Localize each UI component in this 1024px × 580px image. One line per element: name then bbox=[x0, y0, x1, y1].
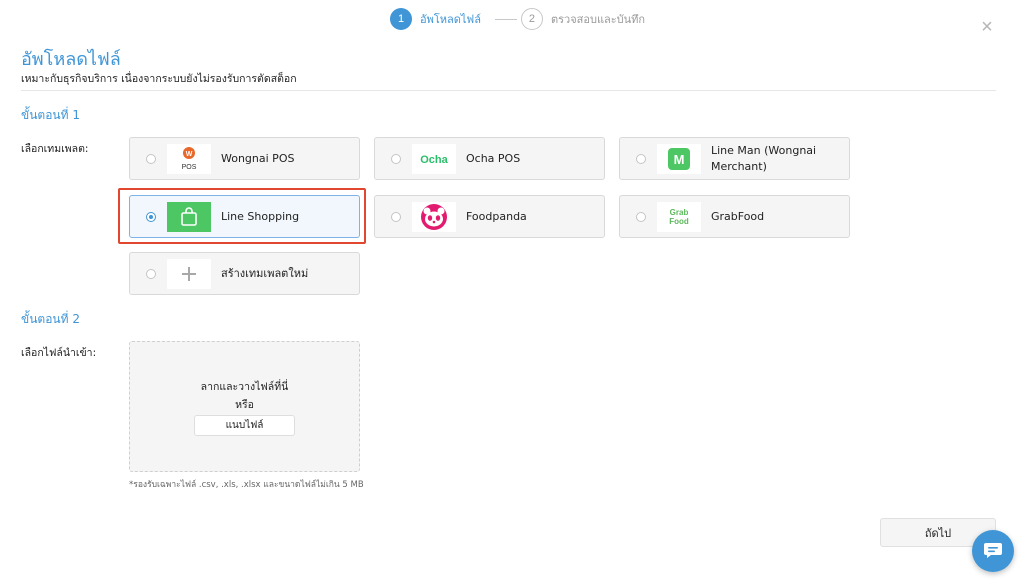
template-card-create-new[interactable]: สร้างเทมเพลตใหม่ bbox=[129, 252, 360, 295]
chat-bubble-icon[interactable] bbox=[972, 530, 1014, 572]
dropzone-or-text: หรือ bbox=[235, 399, 254, 411]
step-2-heading: ขั้นตอนที่ 2 bbox=[21, 312, 80, 326]
attach-file-button[interactable]: แนบไฟล์ bbox=[194, 415, 295, 436]
step-1-label: อัพโหลดไฟล์ bbox=[420, 13, 481, 26]
page-title: อัพโหลดไฟล์ bbox=[21, 49, 121, 70]
import-file-field-label: เลือกไฟล์นำเข้า: bbox=[21, 347, 97, 359]
step-2-circle: 2 bbox=[520, 8, 543, 30]
template-radio[interactable] bbox=[391, 211, 401, 222]
dropzone-text: ลากและวางไฟล์ที่นี่ bbox=[200, 381, 289, 393]
wongnai-pos-logo: W POS bbox=[167, 143, 211, 174]
header-divider bbox=[21, 90, 996, 91]
file-support-note: *รองรับเฉพาะไฟล์ .csv, .xls, .xlsx และขน… bbox=[129, 480, 364, 490]
template-radio[interactable] bbox=[146, 268, 156, 279]
template-name: Foodpanda bbox=[466, 209, 527, 223]
step-1-circle: 1 bbox=[390, 8, 412, 30]
template-card-foodpanda[interactable]: Foodpanda bbox=[374, 195, 605, 238]
stepper-connector bbox=[494, 18, 517, 20]
close-icon[interactable]: × bbox=[978, 17, 996, 37]
template-card-ocha-pos[interactable]: Ocha Ocha POS bbox=[374, 137, 605, 180]
template-name: สร้างเทมเพลตใหม่ bbox=[221, 266, 309, 280]
line-shopping-logo bbox=[167, 201, 211, 232]
ocha-logo-text: Ocha bbox=[420, 154, 448, 166]
template-name: Wongnai POS bbox=[221, 151, 295, 165]
line-man-logo-text: M bbox=[674, 152, 685, 167]
template-field-label: เลือกเทมเพลต: bbox=[21, 143, 89, 155]
ocha-logo: Ocha bbox=[412, 143, 456, 174]
template-name: Line Man (Wongnai Merchant) bbox=[711, 143, 817, 173]
grabfood-logo-text: Grab Food bbox=[669, 207, 689, 226]
template-card-wongnai-pos[interactable]: W POS Wongnai POS bbox=[129, 137, 360, 180]
template-card-line-man[interactable]: M Line Man (Wongnai Merchant) bbox=[619, 137, 850, 180]
grabfood-logo: Grab Food bbox=[657, 201, 701, 232]
template-radio[interactable] bbox=[146, 153, 156, 164]
template-name: Line Shopping bbox=[221, 209, 300, 223]
template-radio[interactable] bbox=[391, 153, 401, 164]
line-man-logo: M bbox=[657, 143, 701, 174]
template-radio[interactable] bbox=[146, 211, 156, 222]
template-card-line-shopping[interactable]: Line Shopping bbox=[129, 195, 360, 238]
stepper: 1 อัพโหลดไฟล์ 2 ตรวจสอบและบันทึก bbox=[390, 8, 645, 30]
step-2-label: ตรวจสอบและบันทึก bbox=[550, 13, 646, 26]
step-1-heading: ขั้นตอนที่ 1 bbox=[21, 108, 80, 122]
svg-text:W: W bbox=[186, 151, 193, 158]
page-subtitle: เหมาะกับธุรกิจบริการ เนื่องจากระบบยังไม่… bbox=[21, 73, 297, 85]
foodpanda-logo bbox=[412, 201, 456, 232]
template-name: GrabFood bbox=[711, 209, 765, 223]
template-radio[interactable] bbox=[636, 153, 646, 164]
plus-icon bbox=[167, 258, 211, 289]
template-radio[interactable] bbox=[636, 211, 646, 222]
wongnai-pos-logo-text: POS bbox=[182, 164, 197, 171]
template-name: Ocha POS bbox=[466, 151, 521, 165]
template-card-grabfood[interactable]: Grab Food GrabFood bbox=[619, 195, 850, 238]
file-dropzone[interactable]: ลากและวางไฟล์ที่นี่ หรือ แนบไฟล์ bbox=[129, 341, 360, 472]
